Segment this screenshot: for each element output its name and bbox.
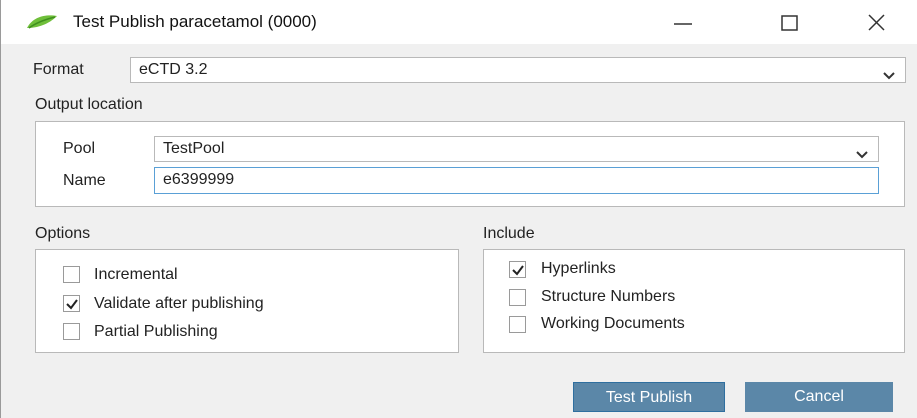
partial-publishing-checkbox[interactable] [63, 323, 80, 340]
output-location-group [35, 121, 905, 207]
structure-numbers-label[interactable]: Structure Numbers [541, 288, 675, 306]
name-input[interactable]: e6399999 [154, 167, 879, 194]
pool-select[interactable]: TestPool [154, 136, 879, 162]
name-label: Name [63, 172, 106, 189]
hyperlinks-label[interactable]: Hyperlinks [541, 260, 616, 278]
maximize-button[interactable] [769, 6, 809, 38]
output-location-heading: Output location [35, 96, 143, 113]
working-documents-label[interactable]: Working Documents [541, 315, 685, 333]
validate-after-publishing-label[interactable]: Validate after publishing [94, 295, 264, 313]
validate-after-publishing-checkbox[interactable] [63, 295, 80, 312]
format-label: Format [33, 61, 84, 78]
dialog-window: Test Publish paracetamol (0000) Format e… [0, 0, 917, 418]
working-documents-checkbox[interactable] [509, 316, 526, 333]
chevron-down-icon [856, 146, 868, 164]
options-heading: Options [35, 225, 91, 242]
format-value: eCTD 3.2 [139, 61, 208, 78]
hyperlinks-checkbox[interactable] [509, 261, 526, 278]
partial-publishing-label[interactable]: Partial Publishing [94, 323, 218, 341]
green-leaf-icon [25, 14, 59, 30]
format-select[interactable]: eCTD 3.2 [130, 57, 906, 83]
structure-numbers-checkbox[interactable] [509, 289, 526, 306]
title-bar[interactable]: Test Publish paracetamol (0000) [1, 0, 917, 44]
window-title: Test Publish paracetamol (0000) [73, 12, 317, 31]
close-button[interactable] [857, 6, 897, 38]
incremental-label[interactable]: Incremental [94, 266, 178, 284]
test-publish-button[interactable]: Test Publish [573, 382, 725, 412]
cancel-button[interactable]: Cancel [745, 382, 893, 412]
pool-value: TestPool [163, 140, 225, 157]
minimize-button[interactable] [663, 6, 703, 38]
pool-label: Pool [63, 140, 96, 157]
include-heading: Include [483, 225, 535, 242]
incremental-checkbox[interactable] [63, 266, 80, 283]
name-value: e6399999 [163, 171, 235, 188]
chevron-down-icon [883, 67, 895, 85]
